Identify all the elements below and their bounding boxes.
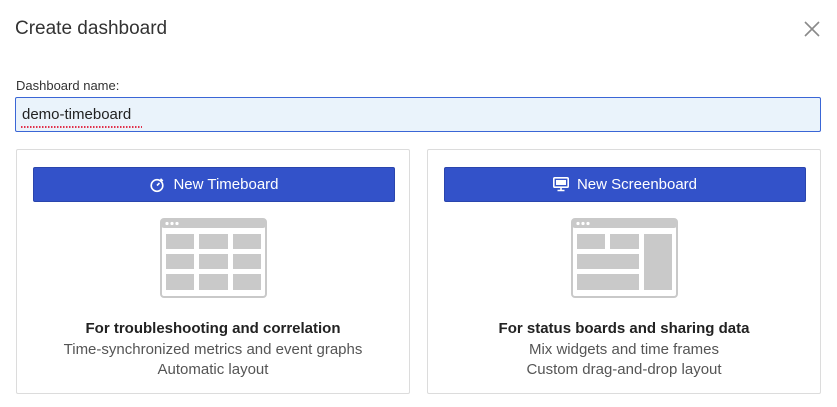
clock-icon: [150, 177, 165, 192]
monitor-icon: [552, 177, 569, 192]
spellcheck-underline: [21, 126, 142, 128]
dashboard-name-label: Dashboard name:: [16, 78, 120, 93]
close-button[interactable]: [802, 19, 822, 39]
timeboard-grid-illustration: [160, 218, 267, 298]
timeboard-heading: For troubleshooting and correlation: [85, 320, 341, 337]
timeboard-description-line-1: Time-synchronized metrics and event grap…: [63, 341, 363, 358]
timeboard-description-line-2: Automatic layout: [157, 361, 269, 378]
new-screenboard-label: New Screenboard: [576, 176, 698, 193]
screenboard-description-line-2: Custom drag-and-drop layout: [526, 361, 722, 378]
screenboard-card: New Screenboard For status boards and sh…: [427, 149, 821, 394]
new-timeboard-label: New Timeboard: [173, 176, 279, 193]
close-icon: [804, 21, 820, 37]
new-timeboard-button[interactable]: New Timeboard: [33, 167, 395, 202]
dialog-title: Create dashboard: [15, 18, 168, 39]
screenboard-heading: For status boards and sharing data: [498, 320, 750, 337]
screenboard-layout-illustration: [571, 218, 678, 298]
new-screenboard-button[interactable]: New Screenboard: [444, 167, 806, 202]
timeboard-card: New Timeboard For troubleshooting and co…: [16, 149, 410, 394]
screenboard-description-line-1: Mix widgets and time frames: [528, 341, 720, 358]
